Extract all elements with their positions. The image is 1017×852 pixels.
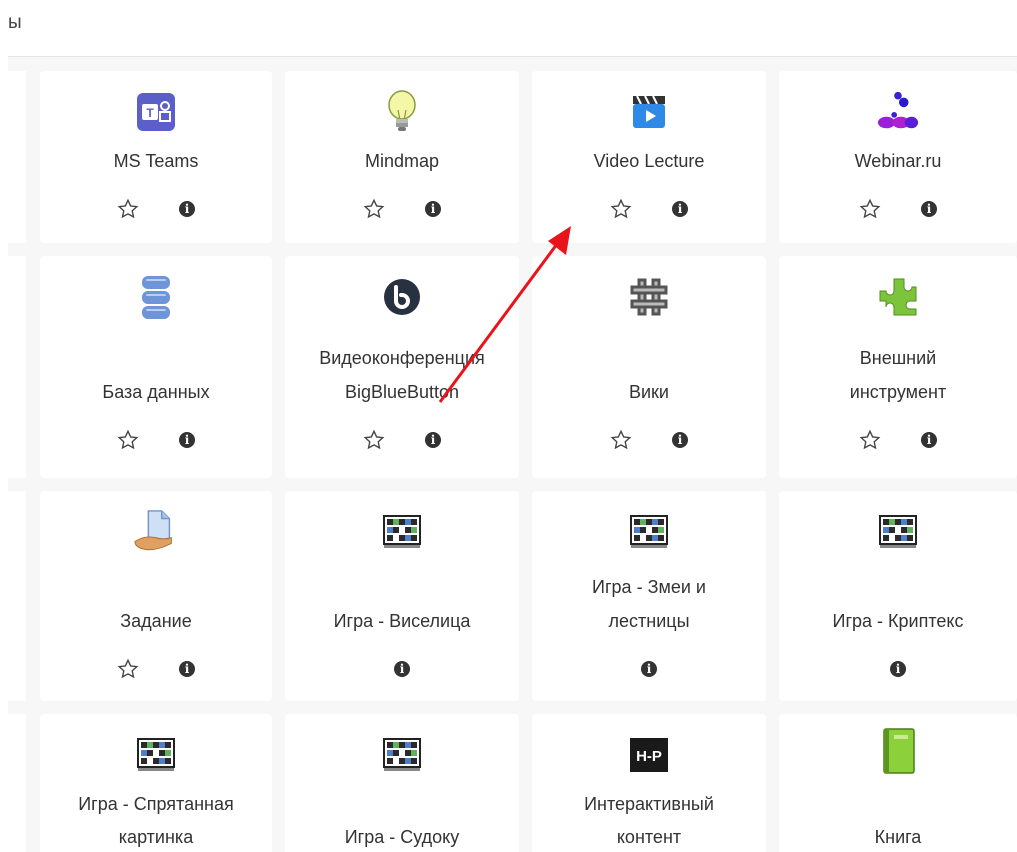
info-icon[interactable]: i: [425, 432, 441, 448]
info-icon[interactable]: i: [921, 432, 937, 448]
activity-name: База данных: [102, 382, 210, 402]
info-icon[interactable]: i: [672, 432, 688, 448]
activity-card[interactable]: Игра - Змеи и лестницы i: [532, 491, 766, 701]
info-icon[interactable]: i: [425, 201, 441, 217]
wiki-icon: [626, 274, 672, 320]
star-icon[interactable]: [363, 198, 385, 220]
activity-card[interactable]: Видеоконференция BigBlueButton i: [285, 256, 519, 478]
partial-card: [8, 256, 26, 478]
activity-name-line: Игра - Змеи и: [592, 577, 706, 597]
activity-name: Video Lecture: [593, 151, 705, 171]
partial-card: [8, 71, 26, 243]
star-icon[interactable]: [859, 198, 881, 220]
activity-name: Игра - Виселица: [333, 611, 471, 631]
activity-card[interactable]: База данных i: [40, 256, 272, 478]
activity-card[interactable]: Игра - Судоку: [285, 714, 519, 852]
info-icon[interactable]: i: [672, 201, 688, 217]
activity-name-line: картинка: [118, 827, 194, 847]
activity-card[interactable]: Игра - Криптекс i: [779, 491, 1017, 701]
activity-card[interactable]: Книга: [779, 714, 1017, 852]
activity-card[interactable]: H-P Интерактивный контент: [532, 714, 766, 852]
activity-name: Игра - Судоку: [344, 827, 460, 847]
game-grid-icon: [379, 509, 425, 555]
h5p-icon: H-P: [626, 732, 672, 778]
activity-card[interactable]: Video Lecture i: [532, 71, 766, 243]
info-icon[interactable]: i: [641, 661, 657, 677]
activity-name-line: лестницы: [608, 611, 690, 631]
activity-name-line: контент: [616, 827, 682, 847]
star-icon[interactable]: [117, 429, 139, 451]
star-icon[interactable]: [610, 429, 632, 451]
info-icon[interactable]: i: [394, 661, 410, 677]
database-icon: [133, 274, 179, 320]
activity-card[interactable]: T MS Teams i: [40, 71, 272, 243]
star-icon[interactable]: [117, 198, 139, 220]
activity-name: Игра - Криптекс: [832, 611, 964, 631]
info-icon[interactable]: i: [179, 432, 195, 448]
lightbulb-icon: [379, 89, 425, 135]
book-icon: [875, 728, 921, 774]
activity-name: Вики: [629, 382, 669, 402]
activity-card[interactable]: Вики i: [532, 256, 766, 478]
activity-name-line: инструмент: [849, 382, 947, 402]
section-heading-fragment: ы: [8, 12, 22, 33]
svg-text:H-P: H-P: [636, 748, 662, 765]
activity-name-line: Видеоконференция: [319, 348, 485, 368]
webinar-icon: [875, 89, 921, 135]
activity-name-line: Игра - Спрятанная: [78, 794, 234, 814]
info-icon[interactable]: i: [921, 201, 937, 217]
partial-card: [8, 714, 26, 852]
activity-name-line: Внешний: [859, 348, 937, 368]
video-lecture-icon: [626, 89, 672, 135]
activity-card[interactable]: Игра - Виселица i: [285, 491, 519, 701]
game-grid-icon: [133, 732, 179, 778]
activity-card[interactable]: Задание i: [40, 491, 272, 701]
game-grid-icon: [626, 509, 672, 555]
game-grid-icon: [379, 732, 425, 778]
info-icon[interactable]: i: [179, 201, 195, 217]
star-icon[interactable]: [363, 429, 385, 451]
svg-text:T: T: [146, 106, 154, 120]
activity-chooser-grid: T MS Teams i Mindmap i Video Lecture i W…: [8, 57, 1017, 852]
ms-teams-icon: T: [133, 89, 179, 135]
activity-name-line: BigBlueButton: [344, 382, 460, 402]
game-grid-icon: [875, 509, 921, 555]
activity-card[interactable]: Внешний инструмент i: [779, 256, 1017, 478]
assignment-icon: [133, 509, 179, 555]
activity-name: Mindmap: [364, 151, 440, 171]
activity-name: Книга: [874, 827, 922, 847]
activity-card[interactable]: Webinar.ru i: [779, 71, 1017, 243]
activity-name: Webinar.ru: [854, 151, 942, 171]
info-icon[interactable]: i: [179, 661, 195, 677]
activity-card[interactable]: Mindmap i: [285, 71, 519, 243]
partial-card: [8, 491, 26, 701]
activity-card[interactable]: Игра - Спрятанная картинка: [40, 714, 272, 852]
activity-name: Задание: [120, 611, 192, 631]
activity-name: MS Teams: [113, 151, 199, 171]
activity-name-line: Интерактивный: [584, 794, 714, 814]
star-icon[interactable]: [859, 429, 881, 451]
bigbluebutton-icon: [379, 274, 425, 320]
puzzle-icon: [875, 274, 921, 320]
star-icon[interactable]: [117, 658, 139, 680]
info-icon[interactable]: i: [890, 661, 906, 677]
star-icon[interactable]: [610, 198, 632, 220]
